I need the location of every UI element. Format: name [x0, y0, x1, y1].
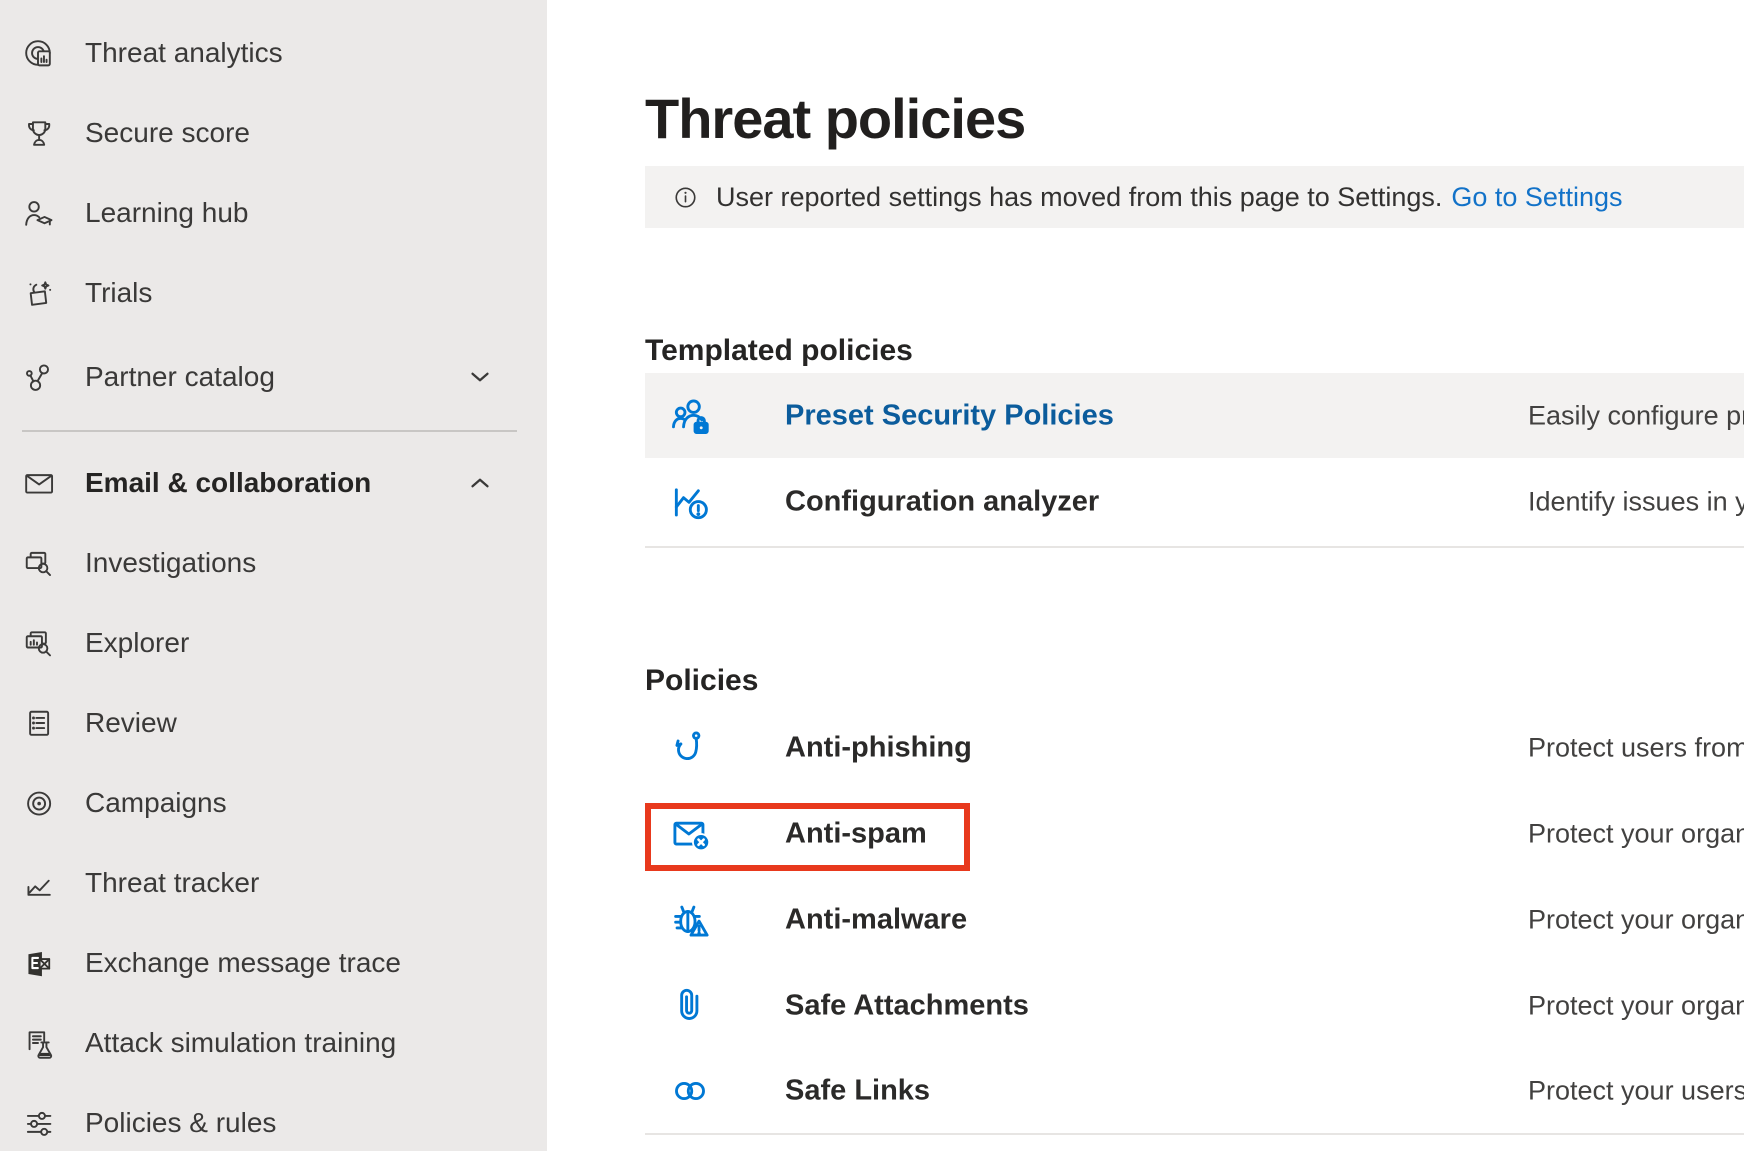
info-icon: [671, 183, 700, 212]
chevron-down-icon: [465, 362, 495, 392]
section-heading-policies: Policies: [645, 663, 758, 699]
sidebar-item-label: Explorer: [85, 627, 189, 659]
chart-alert-icon: [667, 479, 713, 525]
partner-catalog-icon: [20, 359, 56, 395]
sidebar: Threat analytics Secure score Learning h…: [0, 0, 547, 1151]
mail-icon: [20, 465, 56, 501]
sidebar-item-threat-analytics[interactable]: Threat analytics: [0, 13, 547, 93]
chevron-up-icon: [465, 468, 495, 498]
sidebar-item-explorer[interactable]: Explorer: [0, 603, 547, 683]
sidebar-item-label: Threat analytics: [85, 37, 283, 69]
sidebar-item-secure-score[interactable]: Secure score: [0, 93, 547, 173]
sidebar-item-label: Learning hub: [85, 197, 248, 229]
trophy-icon: [20, 115, 56, 151]
fish-hook-icon: [667, 725, 713, 771]
sidebar-item-policies-rules[interactable]: Policies & rules: [0, 1083, 547, 1151]
sidebar-item-label: Exchange message trace: [85, 947, 401, 979]
policy-row-description: Protect your organiz: [1528, 990, 1744, 1021]
threat-tracker-icon: [20, 865, 56, 901]
policy-row-configuration-analyzer[interactable]: Configuration analyzer Identify issues in…: [645, 458, 1744, 548]
policy-row-description: Easily configure prot: [1528, 400, 1744, 431]
sidebar-item-threat-tracker[interactable]: Threat tracker: [0, 843, 547, 923]
app-window: Threat analytics Secure score Learning h…: [0, 0, 1744, 1151]
sidebar-item-email-collaboration[interactable]: Email & collaboration: [0, 443, 547, 523]
exchange-icon: [20, 945, 56, 981]
policy-row-description: Protect users from p: [1528, 732, 1744, 763]
policy-row-label: Safe Attachments: [785, 989, 1029, 1022]
sidebar-item-label: Review: [85, 707, 177, 739]
policy-row-safe-attachments[interactable]: Safe Attachments Protect your organiz: [645, 963, 1744, 1050]
policy-row-description: Protect your organiz: [1528, 818, 1744, 849]
policy-row-anti-spam[interactable]: Anti-spam Protect your organiz: [645, 790, 1744, 879]
sidebar-item-label: Attack simulation training: [85, 1027, 396, 1059]
policy-row-safe-links[interactable]: Safe Links Protect your users fro: [645, 1048, 1744, 1135]
trials-icon: [20, 275, 56, 311]
sidebar-item-exchange-message-trace[interactable]: Exchange message trace: [0, 923, 547, 1003]
review-icon: [20, 705, 56, 741]
policy-row-description: Protect your organiz: [1528, 905, 1744, 936]
campaigns-icon: [20, 785, 56, 821]
threat-analytics-icon: [20, 35, 56, 71]
policy-row-description: Protect your users fro: [1528, 1075, 1744, 1106]
go-to-settings-link[interactable]: Go to Settings: [1451, 182, 1622, 213]
policy-row-label: Anti-phishing: [785, 731, 972, 764]
policy-row-description: Identify issues in you: [1528, 487, 1744, 518]
chain-links-icon: [667, 1068, 713, 1114]
policy-row-anti-malware[interactable]: Anti-malware Protect your organiz: [645, 877, 1744, 965]
policies-rules-icon: [20, 1105, 56, 1141]
policy-row-label: Configuration analyzer: [785, 486, 1099, 519]
sidebar-item-attack-simulation-training[interactable]: Attack simulation training: [0, 1003, 547, 1083]
sidebar-item-review[interactable]: Review: [0, 683, 547, 763]
people-lock-icon: [667, 393, 713, 439]
sidebar-item-label: Threat tracker: [85, 867, 259, 899]
info-banner: User reported settings has moved from th…: [645, 166, 1744, 228]
page-title: Threat policies: [645, 86, 1025, 152]
bug-warning-icon: [667, 897, 713, 943]
info-banner-text: User reported settings has moved from th…: [716, 182, 1442, 213]
policy-row-anti-phishing[interactable]: Anti-phishing Protect users from p: [645, 705, 1744, 792]
sidebar-item-investigations[interactable]: Investigations: [0, 523, 547, 603]
policy-row-label: Anti-spam: [785, 817, 927, 850]
mail-blocked-icon: [667, 811, 713, 857]
explorer-icon: [20, 625, 56, 661]
policy-row-label: Preset Security Policies: [785, 399, 1114, 432]
policy-row-preset-security-policies[interactable]: Preset Security Policies Easily configure…: [645, 373, 1744, 458]
sidebar-item-label: Trials: [85, 277, 152, 309]
sidebar-item-partner-catalog[interactable]: Partner catalog: [0, 337, 547, 417]
paperclip-icon: [667, 983, 713, 1029]
policy-row-label: Safe Links: [785, 1074, 930, 1107]
attack-simulation-icon: [20, 1025, 56, 1061]
sidebar-item-label: Email & collaboration: [85, 467, 371, 499]
sidebar-item-label: Investigations: [85, 547, 256, 579]
sidebar-item-trials[interactable]: Trials: [0, 253, 547, 333]
sidebar-item-learning-hub[interactable]: Learning hub: [0, 173, 547, 253]
policy-row-label: Anti-malware: [785, 904, 967, 937]
learning-hub-icon: [20, 195, 56, 231]
sidebar-item-label: Policies & rules: [85, 1107, 276, 1139]
sidebar-item-label: Campaigns: [85, 787, 227, 819]
sidebar-item-campaigns[interactable]: Campaigns: [0, 763, 547, 843]
sidebar-divider: [22, 430, 517, 432]
sidebar-item-label: Secure score: [85, 117, 250, 149]
section-heading-templated-policies: Templated policies: [645, 333, 913, 369]
sidebar-item-label: Partner catalog: [85, 361, 275, 393]
investigations-icon: [20, 545, 56, 581]
